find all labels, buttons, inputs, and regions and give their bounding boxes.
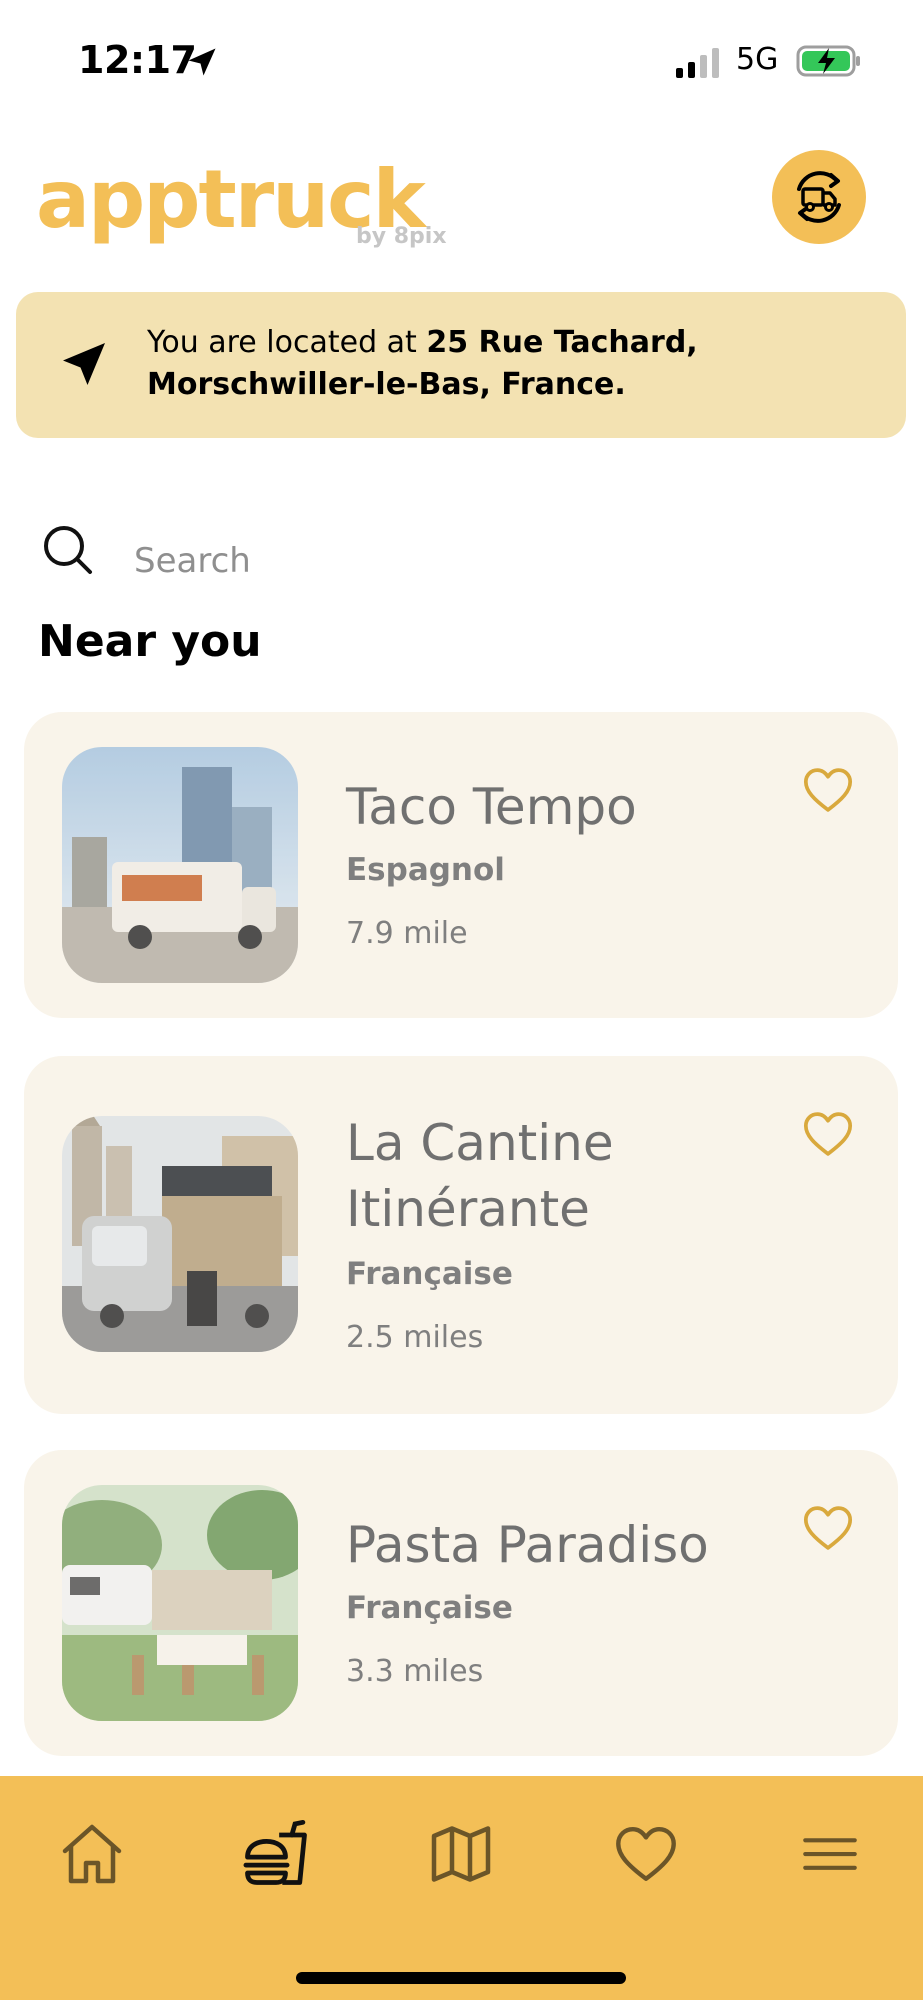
truck-name: Taco Tempo — [346, 778, 637, 836]
food-icon — [243, 1819, 307, 1885]
truck-card[interactable]: Pasta Paradiso Française 3.3 miles — [24, 1450, 898, 1756]
heart-icon[interactable] — [800, 762, 856, 818]
truck-switch-button[interactable] — [772, 150, 866, 244]
search-input[interactable] — [132, 530, 876, 592]
home-indicator — [296, 1972, 626, 1984]
battery-charging-icon — [796, 45, 860, 77]
truck-name: La Cantine Itinérante — [346, 1114, 614, 1238]
truck-card[interactable]: Taco Tempo Espagnol 7.9 mile — [24, 712, 898, 1018]
nav-home[interactable] — [52, 1814, 132, 1894]
nav-map[interactable] — [421, 1814, 501, 1894]
heart-icon[interactable] — [800, 1500, 856, 1556]
map-icon — [431, 1826, 491, 1882]
navigation-arrow-icon — [63, 343, 105, 385]
nav-menu[interactable] — [790, 1814, 870, 1894]
truck-cuisine: Espagnol — [346, 852, 505, 888]
truck-image — [62, 747, 298, 983]
home-icon — [62, 1824, 122, 1884]
section-title-near-you: Near you — [38, 616, 262, 667]
status-bar: 12:17 5G — [0, 0, 923, 120]
location-arrow-icon — [188, 48, 216, 76]
menu-icon — [803, 1838, 857, 1870]
nav-favorites[interactable] — [606, 1814, 686, 1894]
truck-image — [62, 1116, 298, 1352]
truck-cuisine: Française — [346, 1256, 513, 1292]
status-time: 12:17 — [78, 38, 197, 82]
location-banner[interactable]: You are located at 25 Rue Tachard, Morsc… — [16, 292, 906, 438]
network-type: 5G — [736, 42, 779, 77]
nav-food[interactable] — [236, 1814, 316, 1894]
location-text: You are located at 25 Rue Tachard, Morsc… — [147, 322, 877, 406]
app-screen: 12:17 5G apptruck by 8pix You are locate… — [0, 0, 923, 2000]
heart-icon[interactable] — [800, 1106, 856, 1162]
search-icon[interactable] — [40, 522, 96, 578]
heart-icon — [616, 1827, 676, 1881]
location-prefix: You are located at — [147, 325, 427, 360]
logo-subtitle: by 8pix — [356, 224, 447, 249]
truck-card[interactable]: La Cantine Itinérante Française 2.5 mile… — [24, 1056, 898, 1414]
signal-icon — [676, 48, 719, 78]
truck-image — [62, 1485, 298, 1721]
truck-distance: 7.9 mile — [346, 916, 468, 951]
truck-distance: 2.5 miles — [346, 1320, 484, 1355]
app-logo: apptruck by 8pix — [36, 150, 466, 260]
truck-distance: 3.3 miles — [346, 1654, 484, 1689]
truck-cuisine: Française — [346, 1590, 513, 1626]
bottom-navigation — [0, 1776, 923, 2000]
truck-name: Pasta Paradiso — [346, 1516, 709, 1574]
truck-refresh-icon — [797, 171, 841, 223]
